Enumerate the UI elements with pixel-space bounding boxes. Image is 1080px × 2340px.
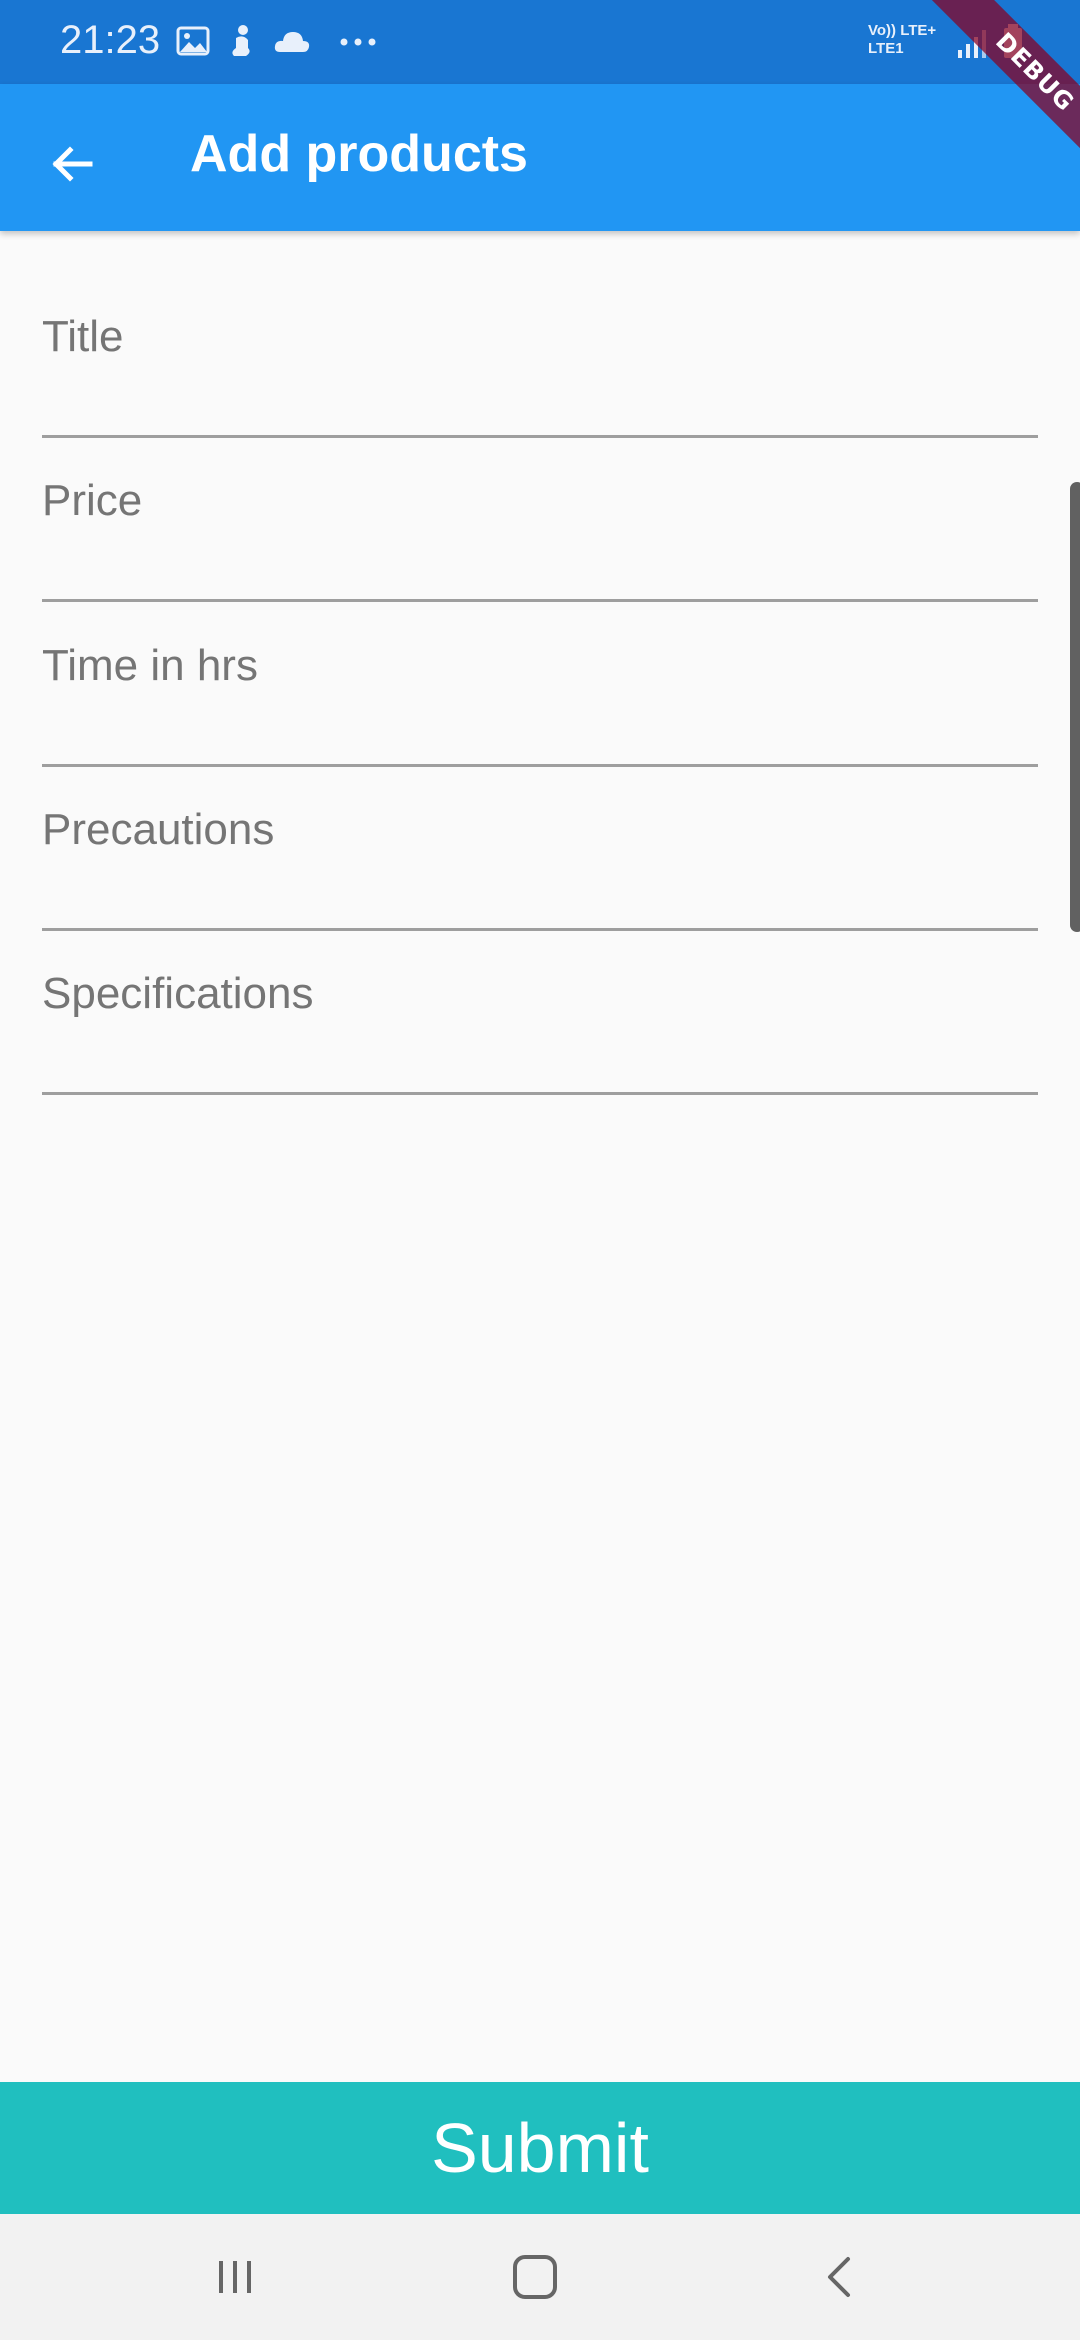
back-button[interactable] [30, 122, 114, 206]
more-dots-icon [340, 38, 376, 46]
network-line-1: Vo)) LTE+ [868, 22, 937, 39]
network-line-2: LTE1 [868, 40, 904, 57]
scrollbar[interactable] [1070, 482, 1080, 932]
home-icon [513, 2255, 557, 2299]
title-field-label: Title [42, 312, 124, 361]
nav-back-button[interactable] [795, 2244, 885, 2310]
page-title: Add products [190, 125, 528, 183]
status-bar: 21:23 Vo)) LTE+ LTE1 [0, 0, 1080, 84]
price-field[interactable]: Price [42, 438, 1038, 602]
network-indicator: Vo)) LTE+ LTE1 [868, 22, 936, 58]
system-nav-bar [0, 2214, 1080, 2340]
title-field[interactable]: Title [42, 274, 1038, 438]
home-button[interactable] [490, 2244, 580, 2310]
specifications-field[interactable]: Specifications [42, 931, 1038, 1095]
person-icon [232, 25, 250, 56]
recents-icon [219, 2261, 251, 2293]
cloud-icon [274, 32, 310, 52]
status-time: 21:23 [60, 18, 161, 62]
precautions-field-label: Precautions [42, 805, 275, 854]
precautions-field[interactable]: Precautions [42, 767, 1038, 931]
submit-button[interactable]: Submit [0, 2082, 1080, 2214]
time-field-label: Time in hrs [42, 641, 258, 690]
price-field-label: Price [42, 476, 143, 525]
recents-button[interactable] [190, 2244, 280, 2310]
time-field[interactable]: Time in hrs [42, 603, 1038, 767]
screen: 21:23 Vo)) LTE+ LTE1 Add products DEBUG … [0, 0, 1080, 2340]
app-bar: Add products [0, 84, 1080, 231]
arrow-back-icon [52, 146, 93, 182]
back-icon [828, 2257, 850, 2297]
specifications-field-label: Specifications [42, 969, 314, 1018]
gallery-icon [176, 26, 210, 56]
